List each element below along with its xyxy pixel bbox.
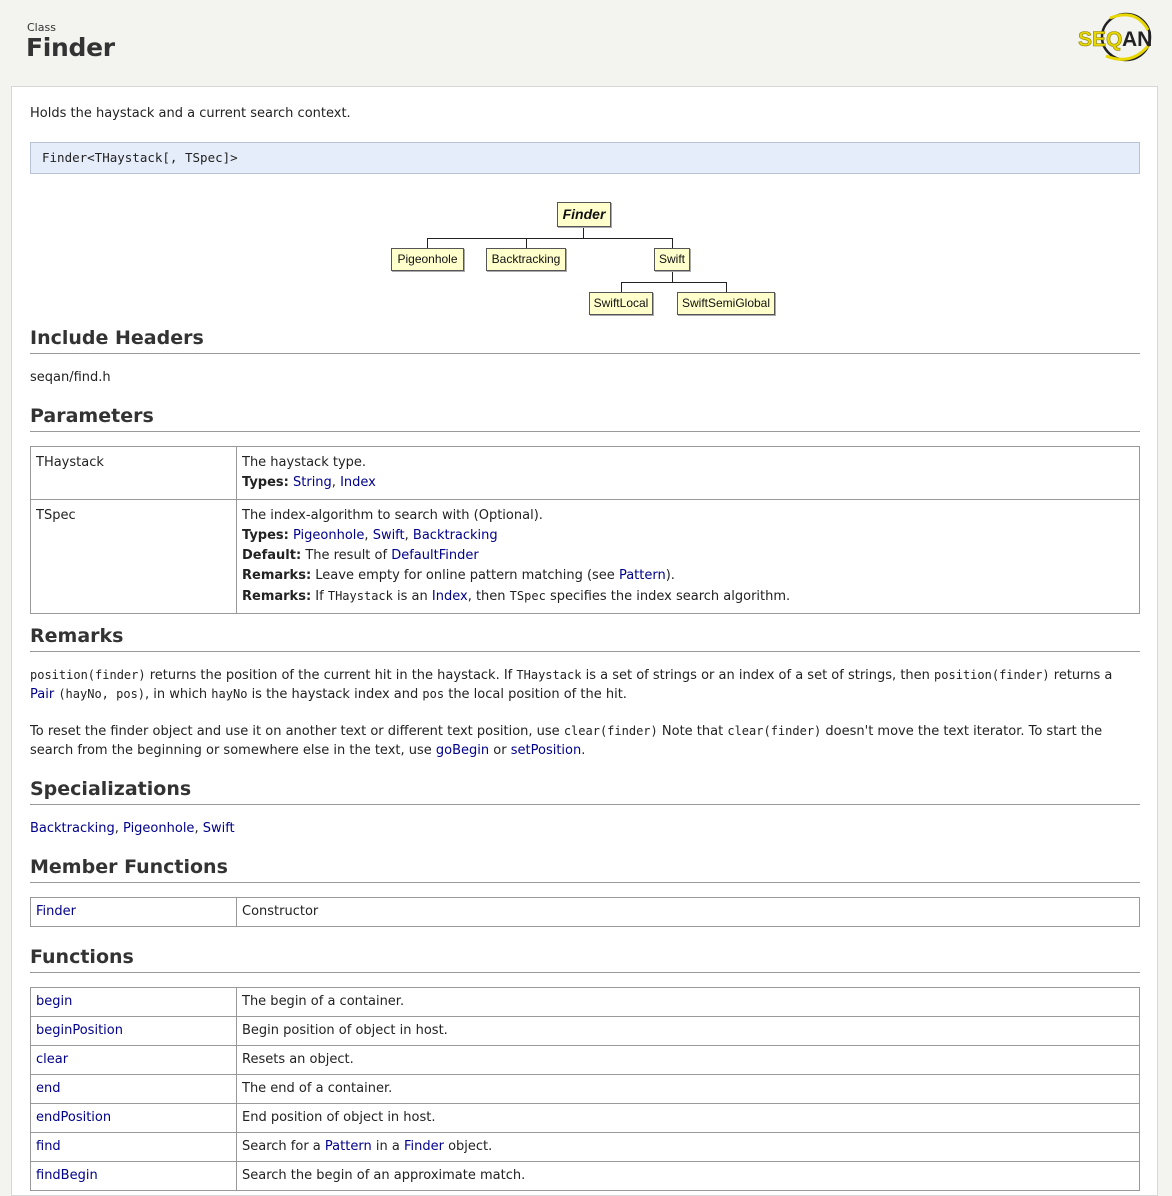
section-member-functions: Member Functions (30, 856, 1140, 883)
table-row: endPosition End position of object in ho… (30, 1103, 1140, 1133)
link-finder[interactable]: Finder (404, 1139, 444, 1154)
section-specializations: Specializations (30, 778, 1140, 805)
param-name: TSpec (30, 499, 237, 614)
link-pattern[interactable]: Pattern (619, 568, 666, 583)
param-description: The haystack type. Types: String, Index (236, 446, 1140, 500)
section-remarks: Remarks (30, 625, 1140, 652)
function-description: The end of a container. (236, 1074, 1140, 1104)
function-description: End position of object in host. (236, 1103, 1140, 1133)
spec-link-pigeonhole[interactable]: Pigeonhole (123, 821, 194, 836)
diagram-node-swift[interactable]: Swift (654, 248, 690, 271)
page-header: Class Finder SEQ AN (0, 0, 1172, 86)
table-row: TSpec The index-algorithm to search with… (30, 499, 1140, 614)
diagram-node-finder[interactable]: Finder (557, 202, 611, 227)
section-functions: Functions (30, 946, 1140, 973)
function-link-endposition[interactable]: endPosition (36, 1110, 111, 1125)
table-row: THaystack The haystack type. Types: Stri… (30, 446, 1140, 500)
class-description: Holds the haystack and a current search … (30, 106, 351, 121)
table-row: Finder Constructor (30, 897, 1140, 927)
link-pattern[interactable]: Pattern (325, 1139, 372, 1154)
member-functions-table: Finder Constructor (30, 897, 1140, 927)
function-description: The begin of a container. (236, 987, 1140, 1017)
table-row: beginPosition Begin position of object i… (30, 1016, 1140, 1046)
table-row: end The end of a container. (30, 1074, 1140, 1104)
svg-text:AN: AN (1122, 28, 1152, 51)
diagram-node-pigeonhole[interactable]: Pigeonhole (391, 248, 464, 271)
table-row: clear Resets an object. (30, 1045, 1140, 1075)
function-link-begin[interactable]: begin (36, 994, 72, 1009)
link-gobegin[interactable]: goBegin (436, 743, 489, 758)
param-description: The index-algorithm to search with (Opti… (236, 499, 1140, 614)
class-signature: Finder<THaystack[, TSpec]> (30, 142, 1140, 174)
functions-table: begin The begin of a container. beginPos… (30, 987, 1140, 1191)
diagram-node-backtracking[interactable]: Backtracking (486, 248, 566, 271)
diagram-node-swiftsemiglobal[interactable]: SwiftSemiGlobal (677, 292, 775, 315)
function-description: Search the begin of an approximate match… (236, 1161, 1140, 1191)
function-link-clear[interactable]: clear (36, 1052, 68, 1067)
table-row: begin The begin of a container. (30, 987, 1140, 1017)
member-description: Constructor (236, 897, 1140, 927)
seqan-logo[interactable]: SEQ AN (1076, 10, 1156, 62)
param-name: THaystack (30, 446, 237, 500)
parameters-table: THaystack The haystack type. Types: Stri… (30, 446, 1140, 614)
diagram-node-swiftlocal[interactable]: SwiftLocal (589, 292, 653, 315)
link-pair[interactable]: Pair (30, 687, 54, 702)
type-link-swift[interactable]: Swift (373, 528, 405, 543)
section-parameters: Parameters (30, 405, 1140, 432)
remarks-paragraph-1: position(finder) returns the position of… (30, 668, 1113, 702)
link-defaultfinder[interactable]: DefaultFinder (391, 548, 478, 563)
function-link-end[interactable]: end (36, 1081, 61, 1096)
type-link-pigeonhole[interactable]: Pigeonhole (293, 528, 364, 543)
section-include-headers: Include Headers (30, 327, 1140, 354)
type-link-string[interactable]: String (293, 475, 332, 490)
link-index[interactable]: Index (432, 589, 468, 604)
function-description: Resets an object. (236, 1045, 1140, 1075)
spec-link-swift[interactable]: Swift (203, 821, 235, 836)
table-row: find Search for a Pattern in a Finder ob… (30, 1132, 1140, 1162)
function-description: Search for a Pattern in a Finder object. (236, 1132, 1140, 1162)
table-row: findBegin Search the begin of an approxi… (30, 1161, 1140, 1191)
type-link-index[interactable]: Index (340, 475, 376, 490)
member-link-finder[interactable]: Finder (36, 904, 76, 919)
page-title: Finder (26, 33, 115, 62)
remarks-paragraph-2: To reset the finder object and use it on… (30, 724, 1103, 758)
content-panel: Holds the haystack and a current search … (11, 86, 1158, 1196)
svg-text:SEQ: SEQ (1078, 28, 1122, 51)
function-link-find[interactable]: find (36, 1139, 61, 1154)
include-header-path: seqan/find.h (30, 370, 111, 385)
function-link-beginposition[interactable]: beginPosition (36, 1023, 123, 1038)
type-link-backtracking[interactable]: Backtracking (413, 528, 498, 543)
specializations-list: Backtracking, Pigeonhole, Swift (30, 821, 235, 836)
spec-link-backtracking[interactable]: Backtracking (30, 821, 115, 836)
link-setposition[interactable]: setPosition (511, 743, 581, 758)
function-description: Begin position of object in host. (236, 1016, 1140, 1046)
